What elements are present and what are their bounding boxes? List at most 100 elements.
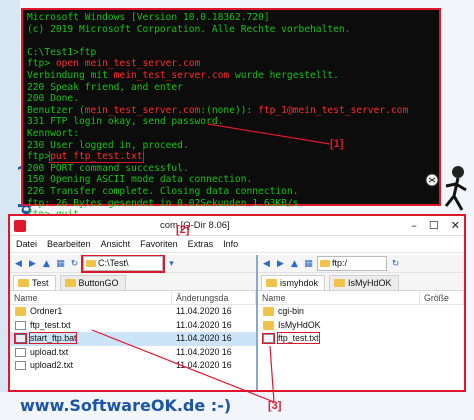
forward-icon[interactable]: ▶ <box>27 259 38 269</box>
right-toolbar: ◀ ▶ ▲ ▦ ftp:/ ↻ <box>258 255 464 273</box>
up-icon[interactable]: ▲ <box>41 259 52 269</box>
up-icon[interactable]: ▲ <box>289 259 300 269</box>
console-line: (c) 2019 Microsoft Corporation. Alle Rec… <box>27 24 435 36</box>
file-row[interactable]: start_ftp.bat 11.04.2020 16 <box>10 332 256 346</box>
console-line: Microsoft Windows [Version 10.0.18362.72… <box>27 12 435 24</box>
console-line: 220 Speak friend, and enter <box>27 82 435 94</box>
console-text: 200 Done. <box>27 93 79 105</box>
console-line: Benutzer (mein_test_server.com:(none)): … <box>27 105 435 117</box>
console-text: 230 User logged in, proceed. <box>27 139 189 151</box>
console-line: 150 Opening ASCII mode data connection. <box>27 174 435 186</box>
file-row[interactable]: upload.txt 11.04.2020 16 <box>10 346 256 360</box>
right-column-header: Name Größe <box>258 291 464 305</box>
console-text: 220 Speak friend, and enter <box>27 81 183 93</box>
console-line: 331 FTP login okay, send password. <box>27 116 435 128</box>
tab-test[interactable]: Test <box>13 275 56 290</box>
tab-ismyhdok[interactable]: ismyhdok <box>261 275 326 290</box>
title-bar: com [Q-Dir 8.06] [2] – ☐ ✕ <box>10 216 464 236</box>
command-prompt-window: Microsoft Windows [Version 10.0.18362.72… <box>21 8 441 243</box>
forward-icon[interactable]: ▶ <box>275 259 286 269</box>
maximize-button[interactable]: ☐ <box>429 219 439 232</box>
file-name: cgi-bin <box>278 306 304 316</box>
back-icon[interactable]: ◀ <box>261 259 272 269</box>
menu-ansicht[interactable]: Ansicht <box>101 236 131 252</box>
console-text: Benutzer ( <box>27 104 85 116</box>
text-file-icon <box>262 333 275 345</box>
file-name: upload2.txt <box>30 360 74 371</box>
view-icon[interactable]: ▦ <box>55 259 66 269</box>
console-command: ftp_1@mein_test_server.com <box>258 104 409 116</box>
file-name: ftp_test.txt <box>30 319 71 330</box>
file-row[interactable]: IsMyHdOK <box>258 319 464 333</box>
file-name: start_ftp.bat <box>28 332 78 345</box>
left-address-bar[interactable]: C:\Test\ <box>81 255 165 273</box>
console-line: 200 PORT command successful. <box>27 163 435 175</box>
console-text: ftp: 26 Bytes gesendet in 0.02Sekunden 1… <box>27 197 299 209</box>
refresh-icon[interactable]: ↻ <box>69 259 80 269</box>
column-name[interactable]: Name <box>258 291 420 304</box>
console-text: Microsoft Windows [Version 10.0.18362.72… <box>27 12 270 23</box>
console-command: mein_test_server.com <box>84 104 201 116</box>
console-text: wurde hergestellt. <box>229 69 339 81</box>
console-command: mein_test_server.com <box>113 69 230 81</box>
file-row[interactable]: cgi-bin <box>258 305 464 319</box>
file-row[interactable]: upload2.txt 11.04.2020 16 <box>10 359 256 373</box>
console-text: ftp> <box>27 151 51 163</box>
batch-file-icon <box>14 333 27 345</box>
callout-2: [2] <box>176 224 190 236</box>
tab-buttongo[interactable]: ButtonGO <box>59 275 126 290</box>
file-row[interactable]: Ordner1 11.04.2020 16 <box>10 305 256 319</box>
folder-icon <box>263 320 274 330</box>
callout-1: [1] <box>330 138 344 150</box>
file-name: IsMyHdOK <box>278 319 321 330</box>
mascot-figure <box>425 166 467 211</box>
view-icon[interactable]: ▦ <box>303 259 314 269</box>
console-line: C:\Test1>ftp <box>27 47 435 59</box>
console-line: 226 Transfer complete. Closing data conn… <box>27 186 435 198</box>
file-row[interactable]: ftp_test.txt <box>258 332 464 346</box>
window-title: com [Q-Dir 8.06] <box>160 220 230 231</box>
console-text: (c) 2019 Microsoft Corporation. Alle Rec… <box>27 23 351 35</box>
file-date: 11.04.2020 16 <box>176 306 232 316</box>
menu-favoriten[interactable]: Favoriten <box>140 236 178 252</box>
menu-info[interactable]: Info <box>223 236 238 252</box>
tab-ismyhdok-2[interactable]: IsMyHdOK <box>329 275 399 290</box>
right-pane: ◀ ▶ ▲ ▦ ftp:/ ↻ ismyhdok IsMyHdOK Name G… <box>258 255 464 390</box>
column-name[interactable]: Name <box>10 291 172 304</box>
close-button[interactable]: ✕ <box>451 219 460 232</box>
right-tabs: ismyhdok IsMyHdOK <box>258 273 464 291</box>
menu-datei[interactable]: Datei <box>16 236 37 252</box>
file-date: 11.04.2020 16 <box>176 333 232 344</box>
console-line: ftp> open mein_test_server.com <box>27 58 435 70</box>
bottom-watermark: www.SoftwareOK.de :-) <box>20 396 232 415</box>
column-date[interactable]: Änderungsda <box>172 291 256 304</box>
folder-icon <box>263 307 274 316</box>
folder-icon <box>15 307 26 316</box>
column-size[interactable]: Größe <box>420 291 464 304</box>
file-name: Ordner1 <box>30 306 63 316</box>
text-file-icon <box>15 361 26 371</box>
minimize-button[interactable]: – <box>411 219 417 232</box>
console-line: ftp: 26 Bytes gesendet in 0.02Sekunden 1… <box>27 198 435 210</box>
qdir-window: com [Q-Dir 8.06] [2] – ☐ ✕ Datei Bearbei… <box>8 214 466 392</box>
file-row[interactable]: ftp_test.txt 11.04.2020 16 <box>10 319 256 333</box>
file-date: 11.04.2020 16 <box>176 346 232 357</box>
console-text: Verbindung mit <box>27 69 114 81</box>
console-text: 200 PORT command successful. <box>27 162 189 174</box>
left-tabs: Test ButtonGO <box>10 273 256 291</box>
refresh-icon[interactable]: ↻ <box>390 259 401 269</box>
chevron-down-icon[interactable]: ▾ <box>166 259 177 269</box>
left-toolbar: ◀ ▶ ▲ ▦ ↻ C:\Test\ ▾ <box>10 255 256 273</box>
text-file-icon <box>15 320 26 330</box>
menu-bar: Datei Bearbeiten Ansicht Favoriten Extra… <box>10 236 464 253</box>
right-address-bar[interactable]: ftp:/ <box>317 256 387 271</box>
console-text: 331 FTP login okay, send password. <box>27 116 224 128</box>
menu-bearbeiten[interactable]: Bearbeiten <box>47 236 91 252</box>
console-line: Verbindung mit mein_test_server.com wurd… <box>27 70 435 82</box>
menu-extras[interactable]: Extras <box>188 236 214 252</box>
file-date: 11.04.2020 16 <box>176 360 232 371</box>
file-name: upload.txt <box>30 346 69 357</box>
console-command: open mein_test_server.com <box>55 58 201 70</box>
back-icon[interactable]: ◀ <box>13 259 24 269</box>
